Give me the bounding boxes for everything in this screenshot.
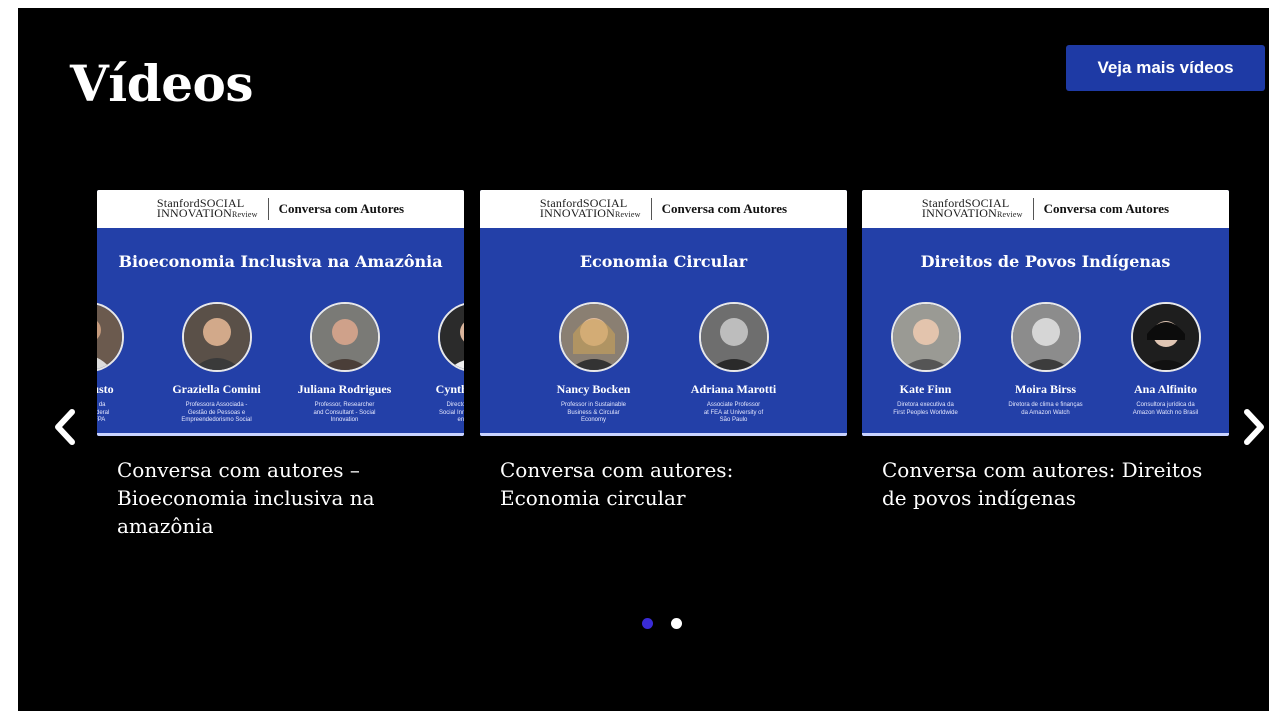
speaker-avatar [558,302,629,372]
chevron-right-icon [1243,409,1265,449]
speakers-row: Nancy Bocken Professor in Sustainable Bu… [480,302,847,425]
thumbnail-title: Bioeconomia Inclusiva na Amazônia [118,252,443,271]
speaker-avatar [1010,302,1081,372]
carousel-next-button[interactable] [1239,406,1269,452]
speaker-role: Professora Associada - Gestão de Pessoas… [181,402,252,423]
header-divider [650,198,652,220]
speaker-role: Professor in Sustainable Business & Circ… [560,402,627,423]
speaker-avatar [698,302,769,372]
speaker-name: Moira Birss [1015,382,1076,396]
speaker: Kate Finn Diretora executiva da First Pe… [871,302,981,417]
page-top-strip [0,0,1269,8]
carousel-pagination [642,618,682,629]
section-title: Vídeos [70,54,254,113]
video-title[interactable]: Conversa com autores – Bioeconomia inclu… [117,456,447,540]
speaker-avatar [437,302,464,372]
speaker-name: Cynthia Villar [435,382,464,396]
video-card[interactable]: StanfordSOCIAL INNOVATIONReview Conversa… [480,190,847,512]
speaker-role: Associate Professor at FEA at University… [703,402,764,423]
speaker-avatar [181,302,252,372]
speaker: é Augusto Professor da rsidade Federal P… [97,302,144,425]
pagination-dot-1[interactable] [642,618,653,629]
speakers-row: é Augusto Professor da rsidade Federal P… [97,302,464,425]
speaker-name: é Augusto [97,382,114,396]
thumbnail-title: Economia Circular [579,252,748,271]
speaker-role: Diretora de clima e finanças da Amazon W… [1008,402,1083,416]
speaker-avatar [890,302,961,372]
speaker-role: Professor da rsidade Federal Pará - UFPA [97,402,110,423]
ssir-logo: StanfordSOCIAL INNOVATIONReview [156,196,258,220]
videos-section: Vídeos Veja mais vídeos StanfordSOCIAL I… [18,8,1269,711]
thumbnail-header: StanfordSOCIAL INNOVATIONReview Conversa… [97,190,464,228]
speaker-avatar [309,302,380,372]
thumbnail-bottom-bar [480,433,847,436]
video-thumbnail[interactable]: StanfordSOCIAL INNOVATIONReview Conversa… [97,190,464,436]
series-label: Conversa com Autores [661,201,788,216]
speaker-name: Ana Alfinito [1133,382,1197,396]
carousel-prev-button[interactable] [50,406,80,452]
speaker: Juliana Rodrigues Professor, Researcher … [290,302,400,425]
speaker-role: Professor, Researcher and Consultant - S… [313,402,376,423]
header-divider [267,198,269,220]
video-title[interactable]: Conversa com autores: Direitos de povos … [882,456,1212,512]
pagination-dot-2[interactable] [671,618,682,629]
thumbnail-header: StanfordSOCIAL INNOVATIONReview Conversa… [480,190,847,228]
speaker-name: Nancy Bocken [556,382,631,396]
speaker-name: Juliana Rodrigues [297,382,392,396]
speaker: Nancy Bocken Professor in Sustainable Bu… [539,302,649,425]
speaker: Moira Birss Diretora de clima e finanças… [991,302,1101,417]
thumbnail-title: Direitos de Povos Indígenas [920,252,1171,271]
series-label: Conversa com Autores [1043,201,1170,216]
video-thumbnail[interactable]: StanfordSOCIAL INNOVATIONReview Conversa… [862,190,1229,436]
thumbnail-bottom-bar [862,433,1229,436]
video-card[interactable]: StanfordSOCIAL INNOVATIONReview Conversa… [862,190,1229,512]
series-label: Conversa com Autores [278,201,405,216]
header-divider [1032,198,1034,220]
speaker-avatar [1130,302,1201,372]
ssir-logo: StanfordSOCIAL INNOVATIONReview [921,196,1023,220]
speaker: Ana Alfinito Consultora jurídica da Amaz… [1111,302,1221,417]
speaker-role: Consultora jurídica da Amazon Watch no B… [1132,402,1199,416]
thumbnail-header: StanfordSOCIAL INNOVATIONReview Conversa… [862,190,1229,228]
page-left-strip [0,0,18,711]
speaker: Graziella Comini Professora Associada - … [162,302,272,425]
ssir-logo: StanfordSOCIAL INNOVATIONReview [539,196,641,220]
video-title[interactable]: Conversa com autores: Economia circular [500,456,830,512]
video-thumbnail[interactable]: StanfordSOCIAL INNOVATIONReview Conversa… [480,190,847,436]
speaker-name: Kate Finn [899,382,952,396]
speaker-role: Director of Stanford Social Innovation R… [438,402,464,423]
thumbnail-bottom-bar [97,433,464,436]
speaker: Adriana Marotti Associate Professor at F… [679,302,789,425]
speaker-name: Adriana Marotti [690,382,777,396]
see-more-videos-button[interactable]: Veja mais vídeos [1066,45,1265,91]
chevron-left-icon [54,409,76,449]
speakers-row: Kate Finn Diretora executiva da First Pe… [862,302,1229,417]
speaker-avatar [97,302,124,372]
video-card[interactable]: StanfordSOCIAL INNOVATIONReview Conversa… [97,190,464,540]
speaker: Cynthia Villar Director of Stanford Soci… [418,302,464,425]
speaker-name: Graziella Comini [172,382,261,396]
speaker-role: Diretora executiva da First Peoples Worl… [893,402,958,416]
